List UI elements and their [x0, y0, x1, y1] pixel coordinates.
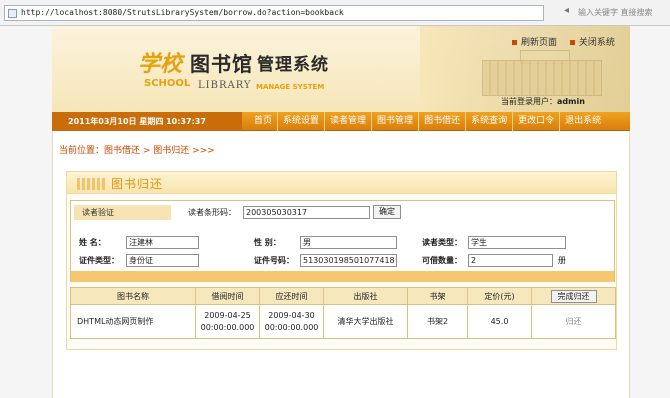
return-link[interactable]: 归还 — [566, 317, 582, 326]
breadcrumb-separator: > — [140, 146, 154, 156]
login-info: 当前登录用户：admin — [501, 96, 585, 107]
close-icon — [569, 40, 575, 45]
refresh-icon — [512, 40, 517, 45]
logo-manage-en: MANAGE SYSTEM — [256, 83, 325, 91]
separator-strip — [71, 271, 614, 282]
page-icon — [8, 9, 17, 18]
panel-title-bar: 图书归还 — [67, 172, 616, 194]
col-shelf: 书架 — [407, 287, 468, 305]
table-row: DHTML动态网页制作 2009-04-25 00:00:00.000 2009-… — [70, 304, 616, 339]
refresh-page-button[interactable]: 刷新页面 — [512, 35, 557, 48]
cell-action: 归还 — [531, 304, 616, 339]
gender-label: 性 别： — [254, 238, 281, 247]
header-banner: 学校 图书馆 管理系统 SCHOOL LIBRARY MANAGE SYSTEM… — [52, 26, 630, 112]
header-tools: 刷新页面 关闭系统 — [512, 35, 625, 48]
nav-item-home[interactable]: 首页 — [249, 112, 279, 131]
due-time: 00:00:00.000 — [264, 322, 319, 332]
close-label: 关闭系统 — [578, 38, 615, 48]
col-borrow-time: 借阅时间 — [195, 287, 260, 305]
left-gutter — [0, 26, 52, 398]
borrowed-books-table: 图书名称 借阅时间 应还时间 出版社 书架 定价(元) 完成归还 DHTML动态… — [70, 287, 616, 339]
id-number-field[interactable]: 513030198501077418 — [300, 254, 397, 267]
logo-library-cn: 图书馆 — [190, 52, 253, 76]
logo-school-cn: 学校 — [138, 51, 183, 77]
nav-item-query[interactable]: 系统查询 — [466, 112, 514, 131]
cell-publisher: 清华大学出版社 — [323, 304, 408, 339]
gender-field[interactable]: 男 — [300, 236, 397, 249]
reader-type-field[interactable]: 学生 — [468, 236, 566, 249]
right-gutter — [630, 26, 670, 398]
login-label: 当前登录用户： — [501, 97, 557, 106]
browser-address-bar: http://localhost:8080/StrutsLibrarySyste… — [0, 0, 670, 26]
logo-school-en: SCHOOL — [144, 78, 191, 89]
col-book-title: 图书名称 — [70, 287, 196, 305]
breadcrumb: 当前位置：图书借还 > 图书归还 >>> — [59, 143, 215, 156]
back-arrow-icon[interactable]: ◂ — [564, 5, 569, 16]
breadcrumb-suffix: >>> — [189, 146, 215, 156]
col-due-time: 应还时间 — [259, 287, 324, 305]
cell-book-title: DHTML动态网页制作 — [70, 304, 196, 339]
id-type-field[interactable]: 身份证 — [126, 254, 199, 267]
nav-items: 首页 系统设置 读者管理 图书管理 图书借还 系统查询 更改口令 退出系统 — [249, 112, 606, 131]
breadcrumb-borrow-return[interactable]: 图书借还 — [104, 146, 140, 156]
id-number-label: 证件号码： — [254, 256, 294, 265]
title-decoration-icon — [77, 178, 105, 190]
cell-due-time: 2009-04-30 00:00:00.000 — [259, 304, 324, 339]
borrowable-field[interactable]: 2 — [468, 254, 553, 267]
breadcrumb-book-return[interactable]: 图书归还 — [153, 146, 189, 156]
nav-datetime: 2011年03月10日 星期四 10:37:37 — [52, 112, 242, 131]
confirm-button[interactable]: 确定 — [373, 205, 401, 219]
cell-borrow-time: 2009-04-25 00:00:00.000 — [195, 304, 260, 339]
barcode-label: 读者条形码： — [188, 208, 236, 217]
nav-item-settings[interactable]: 系统设置 — [278, 112, 326, 131]
complete-return-button[interactable]: 完成归还 — [550, 289, 597, 303]
borrow-date: 2009-04-25 — [204, 310, 251, 320]
breadcrumb-prefix: 当前位置： — [59, 146, 105, 156]
col-price: 定价(元) — [467, 287, 532, 305]
name-field[interactable]: 汪建林 — [126, 236, 199, 249]
cell-shelf: 书架2 — [407, 304, 468, 339]
logo-system-cn: 管理系统 — [257, 55, 329, 75]
building-body — [482, 60, 602, 96]
nav-item-books[interactable]: 图书管理 — [372, 112, 420, 131]
nav-item-borrow-return[interactable]: 图书借还 — [419, 112, 467, 131]
cell-price: 45.0 — [467, 304, 532, 339]
col-publisher: 出版社 — [323, 287, 408, 305]
nav-item-password[interactable]: 更改口令 — [513, 112, 561, 131]
url-field[interactable]: http://localhost:8080/StrutsLibrarySyste… — [4, 5, 544, 21]
reader-verify-box: 读者验证 读者条形码： 200305030317 确定 姓 名： 汪建林 性 别… — [70, 200, 615, 282]
refresh-label: 刷新页面 — [521, 38, 558, 48]
due-date: 2009-04-30 — [268, 310, 315, 320]
main-nav: 2011年03月10日 星期四 10:37:37 首页 系统设置 读者管理 图书管理图… — [52, 112, 630, 131]
nav-item-logout[interactable]: 退出系统 — [560, 112, 606, 131]
col-action: 完成归还 — [531, 287, 616, 305]
panel-title: 图书归还 — [111, 177, 164, 191]
reader-type-label: 读者类型： — [422, 238, 462, 247]
reader-verify-label: 读者验证 — [74, 205, 171, 220]
book-return-panel: 图书归还 读者验证 读者条形码： 200305030317 确定 姓 名： 汪建… — [66, 171, 617, 350]
login-user: admin — [557, 97, 585, 106]
barcode-input[interactable]: 200305030317 — [243, 206, 370, 219]
id-type-label: 证件类型： — [79, 256, 119, 265]
name-label: 姓 名： — [79, 238, 106, 247]
borrowable-unit: 册 — [558, 256, 566, 265]
borrow-time: 00:00:00.000 — [200, 322, 255, 332]
logo-library-en: LIBRARY — [198, 80, 252, 91]
search-box[interactable]: 输入关键字 直接搜索 — [578, 7, 653, 18]
borrowable-label: 可借数量： — [422, 256, 462, 265]
url-text: http://localhost:8080/StrutsLibrarySyste… — [21, 8, 344, 17]
close-system-button[interactable]: 关闭系统 — [569, 35, 615, 48]
nav-item-readers[interactable]: 读者管理 — [325, 112, 373, 131]
table-header-row: 图书名称 借阅时间 应还时间 出版社 书架 定价(元) 完成归还 — [70, 287, 616, 305]
